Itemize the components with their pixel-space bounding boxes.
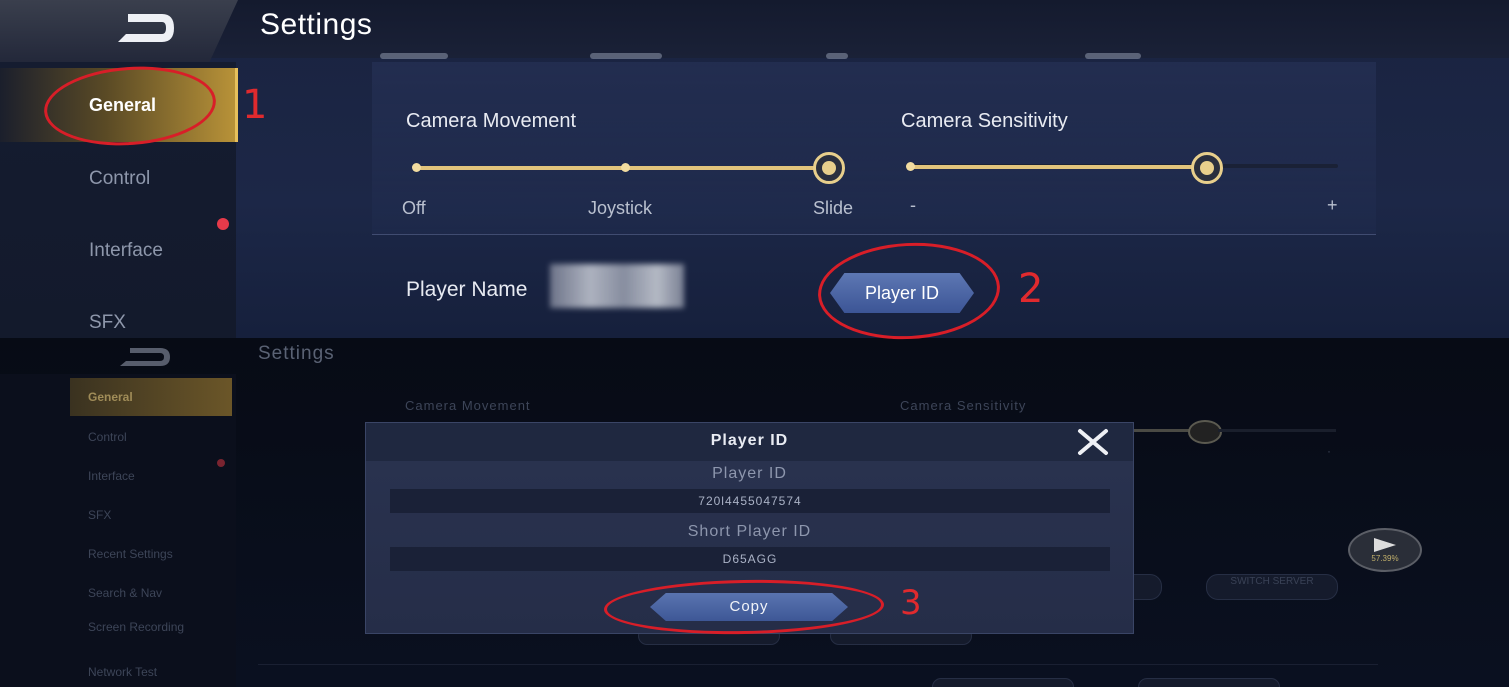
page-title: Settings	[258, 343, 335, 364]
switch-server-button[interactable]: SWITCH SERVER	[1206, 574, 1338, 600]
notification-dot	[217, 218, 229, 230]
sensitivity-minus-label: -	[910, 195, 916, 215]
camera-sensitivity-fill	[910, 165, 1207, 169]
camera-sensitivity-label: Camera Sensitivity	[900, 398, 1027, 413]
back-arrow-icon[interactable]	[112, 8, 178, 48]
sensitivity-min-dot	[906, 162, 915, 171]
short-player-id-value: D65AGG	[722, 552, 778, 566]
dialog-title: Player ID	[710, 432, 789, 449]
faint-button[interactable]	[1138, 678, 1280, 687]
faint-button[interactable]	[932, 678, 1074, 687]
player-name-redacted	[550, 264, 684, 308]
sensitivity-track-rest	[1218, 429, 1336, 432]
short-player-id-label: Short Player ID	[687, 523, 812, 540]
sidebar-item-sfx[interactable]: SFX	[89, 312, 126, 334]
sidebar	[0, 374, 236, 687]
player-id-label: Player ID	[712, 465, 787, 482]
sidebar-item-control[interactable]: Control	[88, 430, 127, 444]
settings-screen-top: Settings General Control Interface SFX C…	[0, 0, 1509, 338]
slider-stop-off[interactable]	[412, 163, 421, 172]
sidebar-item-interface[interactable]: Interface	[89, 240, 163, 262]
camera-sensitivity-knob[interactable]	[1190, 152, 1223, 184]
sidebar-item-recent-settings[interactable]: Recent Settings	[88, 547, 173, 561]
sensitivity-plus-label: ·	[1327, 444, 1331, 458]
divider	[258, 664, 1378, 665]
sidebar-item-control[interactable]: Control	[89, 168, 150, 190]
annotation-step-1: 1	[242, 82, 268, 128]
annotation-step-2: 2	[1018, 266, 1044, 312]
option-off-label: Off	[402, 198, 426, 218]
sidebar-item-screen-recording[interactable]: Screen Recording	[88, 621, 198, 634]
player-name-label: Player Name	[406, 278, 528, 301]
play-icon	[1374, 538, 1396, 552]
notification-dot	[217, 459, 225, 467]
play-badge: 57.39%	[1371, 554, 1399, 563]
annotation-step-3: 3	[900, 583, 922, 623]
sensitivity-track	[1130, 429, 1194, 432]
camera-sensitivity-label: Camera Sensitivity	[901, 110, 1068, 132]
sidebar-item-search-nav[interactable]: Search & Nav	[88, 586, 162, 600]
close-icon[interactable]	[1075, 427, 1111, 457]
page-title: Settings	[260, 8, 373, 41]
sidebar-item-general-label: General	[88, 390, 133, 404]
play-button[interactable]: 57.39%	[1348, 528, 1422, 572]
sidebar-item-interface[interactable]: Interface	[88, 469, 135, 483]
settings-panel	[372, 62, 1376, 235]
back-arrow-icon[interactable]	[116, 345, 174, 369]
camera-movement-label: Camera Movement	[406, 110, 577, 132]
camera-movement-label: Camera Movement	[405, 398, 531, 413]
option-slide-label: Slide	[813, 198, 854, 218]
sidebar-item-sfx[interactable]: SFX	[88, 508, 111, 522]
settings-screen-bottom: Settings General Control Interface SFX R…	[0, 338, 1509, 687]
sensitivity-plus-label: +	[1327, 195, 1338, 215]
player-id-value: 720l4455047574	[698, 494, 802, 508]
slider-stop-joystick[interactable]	[621, 163, 630, 172]
sidebar-item-network-test[interactable]: Network Test	[88, 665, 157, 679]
option-joystick-label: Joystick	[588, 198, 653, 218]
switch-server-label: SWITCH SERVER	[1230, 576, 1314, 587]
sensitivity-knob[interactable]	[1188, 420, 1222, 444]
cropped-option-row	[380, 53, 1141, 63]
camera-movement-knob[interactable]	[813, 152, 845, 184]
